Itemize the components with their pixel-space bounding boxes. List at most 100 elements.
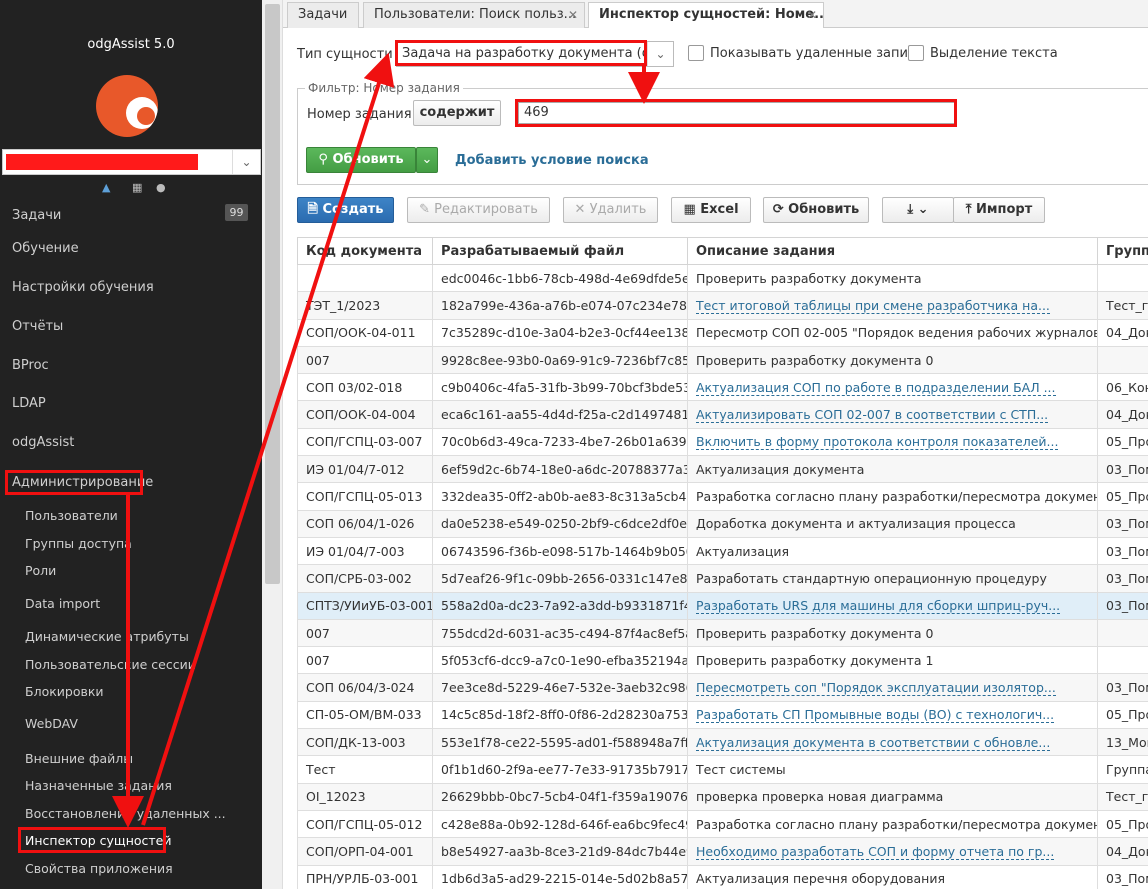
table-row[interactable]: ИЭ 01/04/7-003 06743596-f36b-e098-517b-14… bbox=[297, 536, 1148, 566]
annotation-entity-type bbox=[395, 40, 647, 66]
tab-tasks[interactable]: Задачи bbox=[287, 2, 359, 28]
sidebar-item-bproc[interactable]: BProc bbox=[12, 358, 49, 373]
cell-group bbox=[1097, 646, 1148, 675]
cell-file: 70c0b6d3-49ca-7233-4be7-26b01a6399cc bbox=[432, 427, 688, 457]
table-row[interactable]: ПРН/УРЛБ-03-001 1db6d3a5-ad29-2215-014e-5… bbox=[297, 864, 1148, 889]
sidebar-item-reports[interactable]: Отчёты bbox=[12, 319, 63, 334]
chevron-down-icon[interactable]: ⌄ bbox=[232, 150, 260, 174]
sidebar-sub-access-groups[interactable]: Группы доступа bbox=[25, 536, 132, 551]
table-row[interactable]: СОП 03/02-018 c9b0406c-4fa5-31fb-3b99-70b… bbox=[297, 373, 1148, 402]
sidebar-item-odgassist[interactable]: odgAssist bbox=[12, 435, 74, 450]
user-select[interactable]: ⌄ bbox=[2, 149, 261, 175]
table-row[interactable]: 007 9928c8ee-93b0-0a69-91c9-7236bf7c855d П… bbox=[297, 345, 1148, 375]
edit-button[interactable]: ✎ Редактировать bbox=[407, 197, 550, 223]
text-select-checkbox[interactable] bbox=[908, 45, 924, 61]
table-row[interactable]: СОП/ГСПЦ-05-012 c428e88a-0b92-128d-646f-e… bbox=[297, 809, 1148, 839]
cell-code: 007 bbox=[297, 618, 433, 648]
excel-button[interactable]: ▦ Excel bbox=[671, 197, 751, 223]
table-row[interactable]: СОП/ОРП-04-001 b8e54927-aa3b-8ce3-21d9-84… bbox=[297, 837, 1148, 866]
cell-description[interactable]: Актуализировать СОП 02-007 в соответстви… bbox=[687, 400, 1098, 429]
table-row[interactable]: Тест 0f1b1d60-2f9a-ee77-7e33-91735b7917e3… bbox=[297, 755, 1148, 784]
file-icon: 🗎 bbox=[307, 202, 323, 217]
export-dropdown-button[interactable]: ⤓ ⌄ bbox=[882, 197, 954, 223]
cell-description: Разработка согласно плану разработки/пер… bbox=[687, 482, 1098, 511]
table-row[interactable]: 007 5f053cf6-dcc9-a7c0-1e90-efba352194ad П… bbox=[297, 646, 1148, 675]
sidebar-item-ldap[interactable]: LDAP bbox=[12, 396, 46, 411]
sidebar-sub-dynamic-attributes[interactable]: Динамические атрибуты bbox=[25, 629, 189, 644]
table-row[interactable]: СП-05-ОМ/ВМ-033 14c5c85d-18f2-8ff0-0f86-2… bbox=[297, 700, 1148, 730]
table-row[interactable]: СОП 06/04/1-026 da0e5238-e549-0250-2bf9-c… bbox=[297, 509, 1148, 538]
tab-entity-inspector[interactable]: Инспектор сущностей: Номе... ✕ bbox=[588, 2, 824, 29]
chevron-down-icon[interactable]: ⌄ bbox=[647, 42, 673, 66]
sidebar-item-tasks[interactable]: Задачи bbox=[12, 208, 61, 223]
cell-description[interactable]: Актуализация СОП по работе в подразделен… bbox=[687, 373, 1098, 402]
table-row[interactable]: СПТЗ/УИиУБ-03-001 558a2d0a-dc23-7a92-a3dd… bbox=[297, 591, 1148, 620]
table-row[interactable]: СОП/ДК-13-003 553e1f78-ce22-5595-ad01-f58… bbox=[297, 728, 1148, 757]
table-row[interactable]: СОП 06/04/3-024 7ee3ce8d-5229-46e7-532e-3… bbox=[297, 673, 1148, 702]
cell-group: 04_Док bbox=[1097, 837, 1148, 866]
column-header[interactable]: Код документа bbox=[297, 237, 433, 265]
table-row[interactable]: 007 755dcd2d-6031-ac35-c494-87f4ac8ef5ac П… bbox=[297, 618, 1148, 648]
table-row[interactable]: ИЭ 01/04/7-012 6ef59d2c-6b74-18e0-a6dc-20… bbox=[297, 455, 1148, 484]
table-row[interactable]: OI_12023 26629bbb-0bc7-5cb4-04f1-f359a190… bbox=[297, 782, 1148, 811]
sidebar-item-training-settings[interactable]: Настройки обучения bbox=[12, 280, 154, 295]
cell-description[interactable]: Пересмотреть соп "Порядок эксплуатации и… bbox=[687, 673, 1098, 702]
table-row[interactable]: СОП/ГСПЦ-05-013 332dea35-0ff2-ab0b-ae83-8… bbox=[297, 482, 1148, 511]
cell-description[interactable]: Разработать URS для машины для сборки шп… bbox=[687, 591, 1098, 620]
sidebar-sub-locks[interactable]: Блокировки bbox=[25, 684, 104, 699]
import-button[interactable]: ⤒ Импорт bbox=[953, 197, 1045, 223]
cell-description: Актуализация перечня оборудования bbox=[687, 864, 1098, 889]
cell-file: c9b0406c-4fa5-31fb-3b99-70bcf3bde532 bbox=[432, 373, 688, 402]
tab-users-search[interactable]: Пользователи: Поиск польз... ✕ bbox=[363, 2, 585, 28]
sidebar-sub-app-properties[interactable]: Свойства приложения bbox=[25, 861, 173, 876]
sidebar-sub-roles[interactable]: Роли bbox=[25, 563, 56, 578]
add-condition-link[interactable]: Добавить условие поиска bbox=[455, 153, 649, 168]
cell-code: СОП 06/04/3-024 bbox=[297, 673, 433, 702]
delete-button[interactable]: ✕ Удалить bbox=[563, 197, 658, 223]
sidebar-sub-scheduled-tasks[interactable]: Назначенные задания bbox=[25, 778, 172, 793]
table-row[interactable]: СОП/СРБ-03-002 5d7eaf26-9f1c-09bb-2656-03… bbox=[297, 564, 1148, 593]
cell-group bbox=[1097, 345, 1148, 375]
column-header[interactable]: Разрабатываемый файл bbox=[432, 237, 688, 265]
show-deleted-checkbox[interactable] bbox=[688, 45, 704, 61]
sidebar-scrollbar[interactable] bbox=[262, 0, 283, 889]
cell-description[interactable]: Необходимо разработать СОП и форму отчет… bbox=[687, 837, 1098, 866]
sidebar-sub-restore-deleted[interactable]: Восстановление удаленных ... bbox=[25, 806, 226, 821]
cell-description[interactable]: Включить в форму протокола контроля пока… bbox=[687, 427, 1098, 457]
table-row[interactable]: СОП/ГСПЦ-03-007 70c0b6d3-49ca-7233-4be7-2… bbox=[297, 427, 1148, 457]
close-icon[interactable]: ✕ bbox=[568, 3, 578, 27]
apply-filter-button[interactable]: ⚲ Обновить bbox=[306, 147, 416, 173]
sidebar-sub-data-import[interactable]: Data import bbox=[25, 596, 100, 611]
apply-filter-dropdown[interactable]: ⌄ bbox=[416, 147, 438, 173]
sidebar-item-training[interactable]: Обучение bbox=[12, 241, 79, 256]
user-icon[interactable]: ● bbox=[156, 181, 166, 194]
column-header[interactable]: Описание задания bbox=[687, 237, 1098, 265]
cell-description[interactable]: Разработать СП Промывные воды (ВО) с тех… bbox=[687, 700, 1098, 730]
sidebar-sub-webdav[interactable]: WebDAV bbox=[25, 716, 78, 731]
cell-group: 03_Пом bbox=[1097, 564, 1148, 593]
grid-icon[interactable]: ▦ bbox=[132, 181, 142, 194]
refresh-button[interactable]: ⟳ Обновить bbox=[763, 197, 869, 223]
cell-group: 03_Пом bbox=[1097, 536, 1148, 566]
sidebar-sub-external-files[interactable]: Внешние файлы bbox=[25, 751, 133, 766]
table-row[interactable]: edc0046c-1bb6-78cb-498d-4e69dfde5eb4 Пров… bbox=[297, 263, 1148, 293]
table-row[interactable]: ТЭТ_1/2023 182a799e-436a-a76b-e074-07c234… bbox=[297, 291, 1148, 320]
warning-icon[interactable]: ▲ bbox=[102, 181, 110, 194]
cell-description: Актуализация документа bbox=[687, 455, 1098, 484]
cell-description[interactable]: Актуализация документа в соответствии с … bbox=[687, 728, 1098, 757]
cell-file: 26629bbb-0bc7-5cb4-04f1-f359a19076af bbox=[432, 782, 688, 811]
cell-group: 06_Кон bbox=[1097, 373, 1148, 402]
table-row[interactable]: СОП/ООК-04-004 eca6c161-aa55-4d4d-f25a-c2… bbox=[297, 400, 1148, 429]
operator-contains-button[interactable]: содержит bbox=[413, 100, 501, 126]
table-row[interactable]: СОП/ООК-04-011 7c35289c-d10e-3a04-b2e3-0c… bbox=[297, 318, 1148, 347]
close-icon[interactable]: ✕ bbox=[807, 3, 817, 27]
cell-description[interactable]: Тест итоговой таблицы при смене разработ… bbox=[687, 291, 1098, 320]
cell-group: 04_Док bbox=[1097, 318, 1148, 347]
sidebar-sub-users[interactable]: Пользователи bbox=[25, 508, 118, 523]
cell-group bbox=[1097, 618, 1148, 648]
column-header[interactable]: Группа bbox=[1097, 237, 1148, 265]
sidebar-sub-user-sessions[interactable]: Пользовательские сессии bbox=[25, 657, 196, 672]
create-button[interactable]: 🗎 Создать bbox=[297, 197, 394, 223]
cell-group: 03_Пом bbox=[1097, 591, 1148, 620]
cell-file: da0e5238-e549-0250-2bf9-c6dce2df0e99 bbox=[432, 509, 688, 538]
